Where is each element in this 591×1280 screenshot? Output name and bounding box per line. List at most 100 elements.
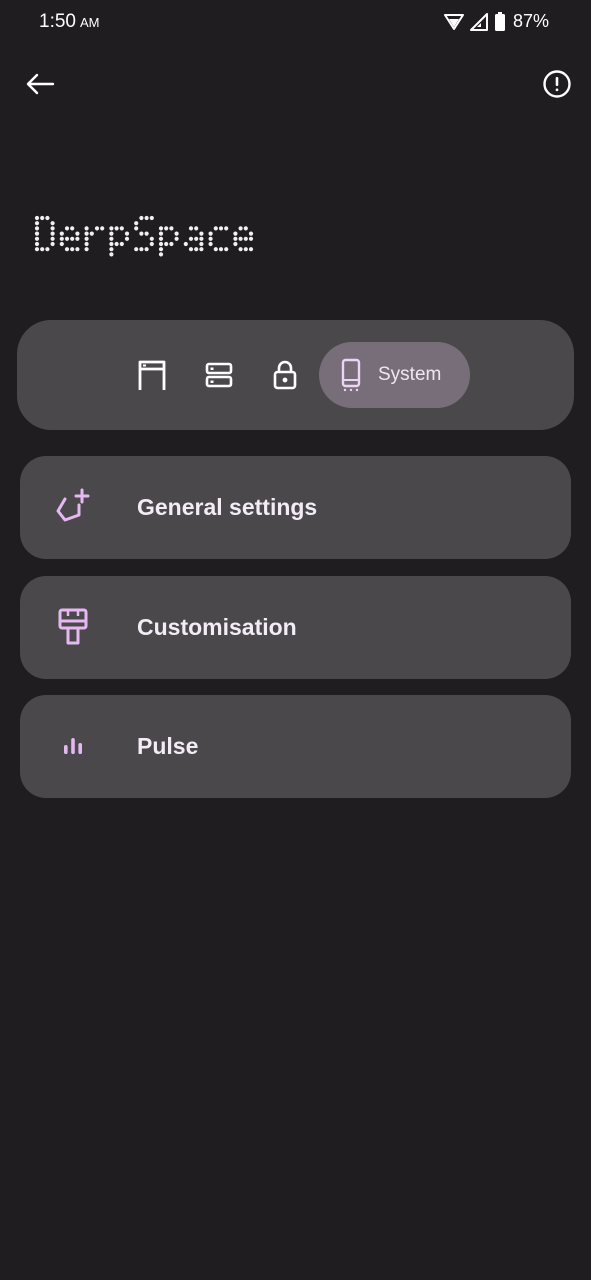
cellular-signal-icon	[469, 12, 488, 31]
logo-dot	[243, 236, 248, 241]
logo-dot	[50, 221, 55, 226]
logo-dot	[194, 226, 199, 231]
logo-dot	[238, 226, 243, 231]
logo-dot	[50, 236, 55, 241]
logo-dot	[248, 236, 254, 241]
back-button[interactable]	[22, 68, 58, 100]
logo-dot	[248, 231, 254, 236]
logo-dot	[94, 226, 100, 231]
pulse-title: Pulse	[137, 733, 199, 759]
logo-dot	[109, 236, 114, 241]
logo-dot	[164, 226, 169, 231]
info-button[interactable]	[539, 66, 575, 102]
logo-dot	[149, 215, 154, 221]
status-time-ampm: AM	[79, 15, 100, 30]
tab-storage[interactable]	[197, 342, 241, 408]
logo-dot	[84, 226, 89, 231]
logo-dot	[109, 241, 114, 247]
logo-dot	[45, 215, 50, 221]
logo-dot	[158, 231, 164, 236]
wifi-icon	[443, 13, 464, 30]
logo-dot	[139, 231, 144, 236]
logo-dot	[114, 226, 119, 231]
status-bar: 1:50 AM 87%	[0, 0, 591, 44]
logo-dot	[84, 236, 89, 241]
general-settings-icon	[52, 486, 94, 528]
logo-dot	[84, 247, 89, 252]
logo-dot	[194, 236, 199, 241]
logo-dot	[158, 247, 164, 252]
logo-dot	[218, 226, 224, 231]
phone-icon	[341, 358, 361, 392]
logo-dot	[199, 236, 204, 241]
category-tab-bar: System	[17, 320, 574, 430]
logo-dot	[199, 247, 204, 252]
logo-dot	[59, 231, 64, 236]
logo-dot	[208, 236, 213, 241]
logo-dot	[188, 247, 194, 252]
logo-dot	[114, 241, 119, 247]
customisation-title: Customisation	[137, 614, 297, 640]
derpspace-logo	[34, 215, 254, 257]
pulse-card[interactable]: Pulse	[20, 695, 571, 798]
logo-dot	[213, 247, 218, 252]
logo-dot	[70, 247, 75, 252]
logo-dot	[139, 215, 144, 221]
paint-brush-icon	[52, 606, 94, 648]
logo-dot	[45, 247, 50, 252]
logo-dot	[188, 226, 194, 231]
logo-dot	[248, 247, 254, 252]
equalizer-icon	[52, 725, 94, 767]
logo-dot	[40, 247, 45, 252]
logo-dot	[70, 226, 75, 231]
tab-system[interactable]: System	[319, 342, 470, 408]
logo-dot	[50, 241, 55, 247]
logo-dot	[218, 247, 224, 252]
logo-dot	[238, 236, 243, 241]
logo-dot	[139, 247, 144, 252]
logo-dot	[134, 221, 139, 226]
logo-dot	[213, 226, 218, 231]
logo-dot	[164, 241, 169, 247]
logo-dot	[40, 215, 45, 221]
battery-icon	[494, 11, 505, 31]
logo-dot	[188, 236, 194, 241]
logo-dot	[119, 226, 124, 231]
logo-dot	[75, 231, 80, 236]
general-settings-card[interactable]: General settings	[20, 456, 571, 559]
logo-dot	[34, 221, 40, 226]
logo-dot	[158, 252, 164, 257]
logo-dot	[144, 247, 149, 252]
screen: 1:50 AM 87% System General settings Cust…	[0, 0, 591, 1280]
customisation-card[interactable]: Customisation	[20, 576, 571, 679]
logo-dot	[109, 226, 114, 231]
logo-dot	[243, 247, 248, 252]
logo-dot	[208, 231, 213, 236]
logo-dot	[169, 241, 174, 247]
logo-dot	[144, 215, 149, 221]
logo-dot	[149, 241, 154, 247]
arrow-left-icon	[26, 73, 55, 95]
logo-dot	[224, 247, 229, 252]
logo-dot	[119, 241, 124, 247]
storage-icon	[205, 362, 233, 388]
tab-lock[interactable]	[263, 342, 307, 408]
logo-dot	[89, 231, 94, 236]
logo-dot	[158, 241, 164, 247]
logo-dot	[59, 241, 64, 247]
logo-dot	[34, 231, 40, 236]
logo-dot	[50, 231, 55, 236]
status-icons: 87%	[443, 11, 549, 32]
logo-dot	[34, 236, 40, 241]
logo-dot	[194, 247, 199, 252]
battery-percentage: 87%	[512, 11, 549, 31]
lock-icon	[273, 360, 297, 390]
logo-dot	[64, 236, 70, 241]
tab-storefront[interactable]	[130, 342, 174, 408]
logo-dot	[199, 231, 204, 236]
logo-dot	[50, 226, 55, 231]
logo-dot	[64, 226, 70, 231]
logo-dot	[144, 231, 149, 236]
logo-dot	[174, 236, 179, 241]
logo-dot	[233, 241, 238, 247]
